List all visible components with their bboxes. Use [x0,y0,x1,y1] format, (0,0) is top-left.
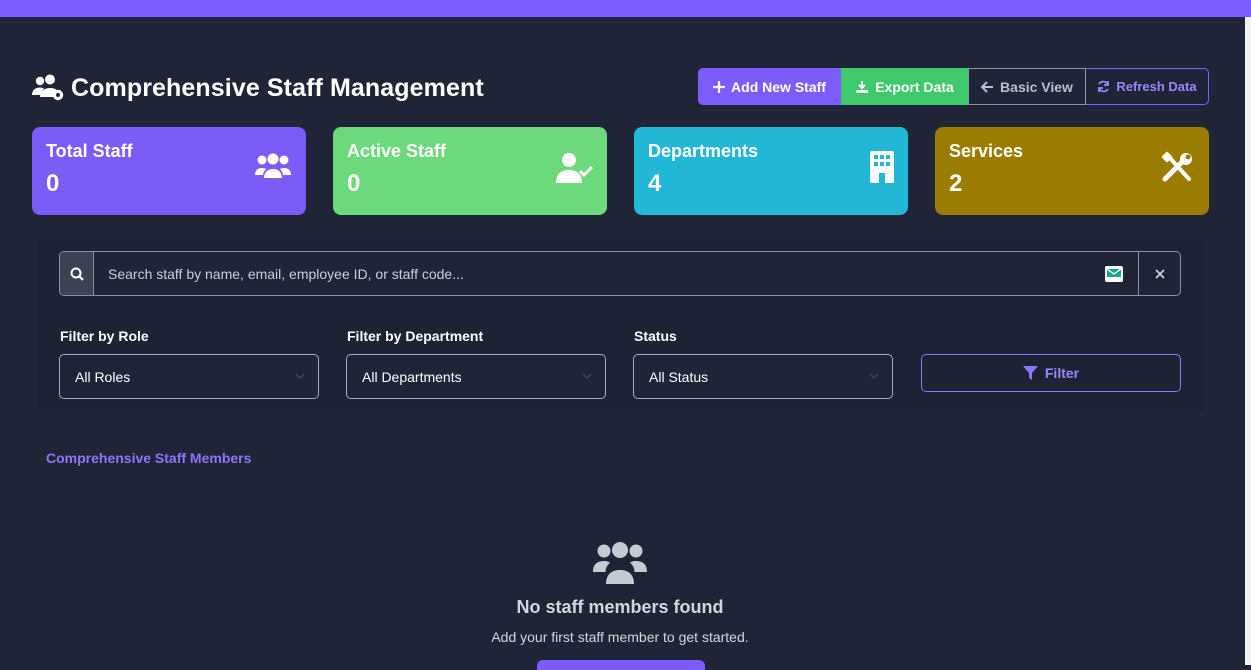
stat-value: 2 [949,170,963,197]
close-icon [1154,268,1165,279]
department-filter-label: Filter by Department [347,328,484,344]
department-select-value: All Departments [362,368,462,385]
stat-card-services: Services 2 [935,127,1209,215]
stat-value: 4 [648,170,662,197]
refresh-data-button[interactable]: Refresh Data [1086,68,1209,105]
basic-view-button[interactable]: Basic View [968,68,1086,105]
stat-label: Departments [648,141,759,161]
page-title: Comprehensive Staff Management [71,73,484,102]
stat-card-active-staff: Active Staff 0 [333,127,607,215]
chevron-down-icon [869,373,879,380]
search-button[interactable] [60,252,94,295]
plus-icon [713,80,726,93]
top-accent-bar [0,0,1251,17]
mail-icon [1105,265,1123,282]
status-select[interactable]: All Status [633,354,893,399]
user-check-icon [556,153,593,183]
empty-state-subtitle: Add your first staff member to get start… [491,629,749,645]
clear-search-button[interactable] [1138,252,1180,295]
add-first-staff-button[interactable] [537,660,705,670]
scrollbar-track[interactable] [1245,17,1251,665]
refresh-data-label: Refresh Data [1116,79,1197,94]
role-select[interactable]: All Roles [59,354,319,399]
department-select[interactable]: All Departments [346,354,606,399]
refresh-icon [1098,80,1110,93]
users-cog-icon [32,74,64,101]
empty-state-title: No staff members found [516,597,724,617]
stat-label: Services [949,141,1024,161]
add-new-staff-button[interactable]: Add New Staff [698,68,841,105]
page-header: Comprehensive Staff Management [31,68,484,108]
stat-card-total-staff: Total Staff 0 [32,127,306,215]
header-actions: Add New Staff Export Data Basic View Ref… [698,68,1209,105]
status-filter-label: Status [634,328,677,344]
filter-button[interactable]: Filter [921,354,1181,392]
search-input[interactable] [94,252,1090,295]
chevron-down-icon [295,373,305,380]
role-filter-label: Filter by Role [60,328,149,344]
email-extension-button[interactable] [1090,252,1138,295]
stat-card-departments: Departments 4 [634,127,908,215]
arrow-left-icon [981,80,994,93]
users-icon [593,542,647,584]
search-icon [70,267,84,281]
search-bar [59,251,1181,296]
building-icon [870,151,894,183]
export-data-button[interactable]: Export Data [841,68,968,105]
role-select-value: All Roles [75,368,131,385]
basic-view-label: Basic View [1000,78,1073,95]
users-icon [255,153,291,178]
download-icon [856,80,869,93]
filter-icon [1022,366,1038,380]
tools-icon [1161,151,1192,182]
chevron-down-icon [582,373,592,380]
export-data-label: Export Data [875,78,954,95]
filter-button-label: Filter [1044,365,1080,381]
staff-members-heading: Comprehensive Staff Members [46,450,252,466]
add-new-staff-label: Add New Staff [731,78,826,95]
status-select-value: All Status [649,368,709,385]
